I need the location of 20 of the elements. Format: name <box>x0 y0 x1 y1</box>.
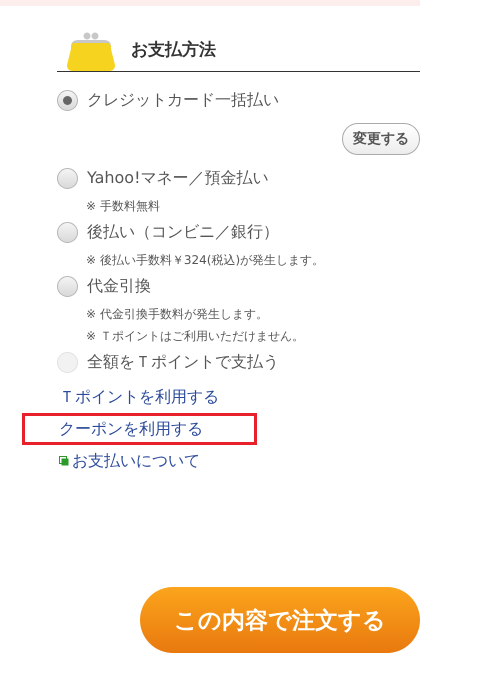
radio-button[interactable] <box>57 90 78 110</box>
payment-option-label: 全額をＴポイントで支払う <box>87 352 279 372</box>
radio-button[interactable] <box>57 222 78 242</box>
payment-option-label: Yahoo!マネー／預金払い <box>87 168 269 188</box>
link[interactable]: お支払いについて <box>72 450 200 472</box>
change-button[interactable]: 変更する <box>342 123 420 155</box>
note-text: ※ Ｔポイントはご利用いただけません。 <box>85 328 305 345</box>
coin-purse-icon <box>65 31 117 71</box>
payment-option-label: 代金引換 <box>87 276 151 296</box>
link[interactable]: クーポンを利用する <box>59 418 203 440</box>
payment-option-label: クレジットカード一括払い <box>87 90 279 110</box>
radio-button[interactable] <box>57 168 78 188</box>
note-text: ※ 手数料無料 <box>85 198 161 215</box>
link[interactable]: Ｔポイントを利用する <box>59 386 219 408</box>
note-text: ※ 代金引換手数料が発生します。 <box>85 306 269 323</box>
section-title: お支払方法 <box>131 39 216 62</box>
radio-button[interactable] <box>57 276 78 296</box>
new-window-icon <box>59 456 69 466</box>
payment-option-label: 後払い（コンビニ／銀行） <box>87 222 279 242</box>
note-text: ※ 後払い手数料￥324(税込)が発生します。 <box>85 252 326 269</box>
